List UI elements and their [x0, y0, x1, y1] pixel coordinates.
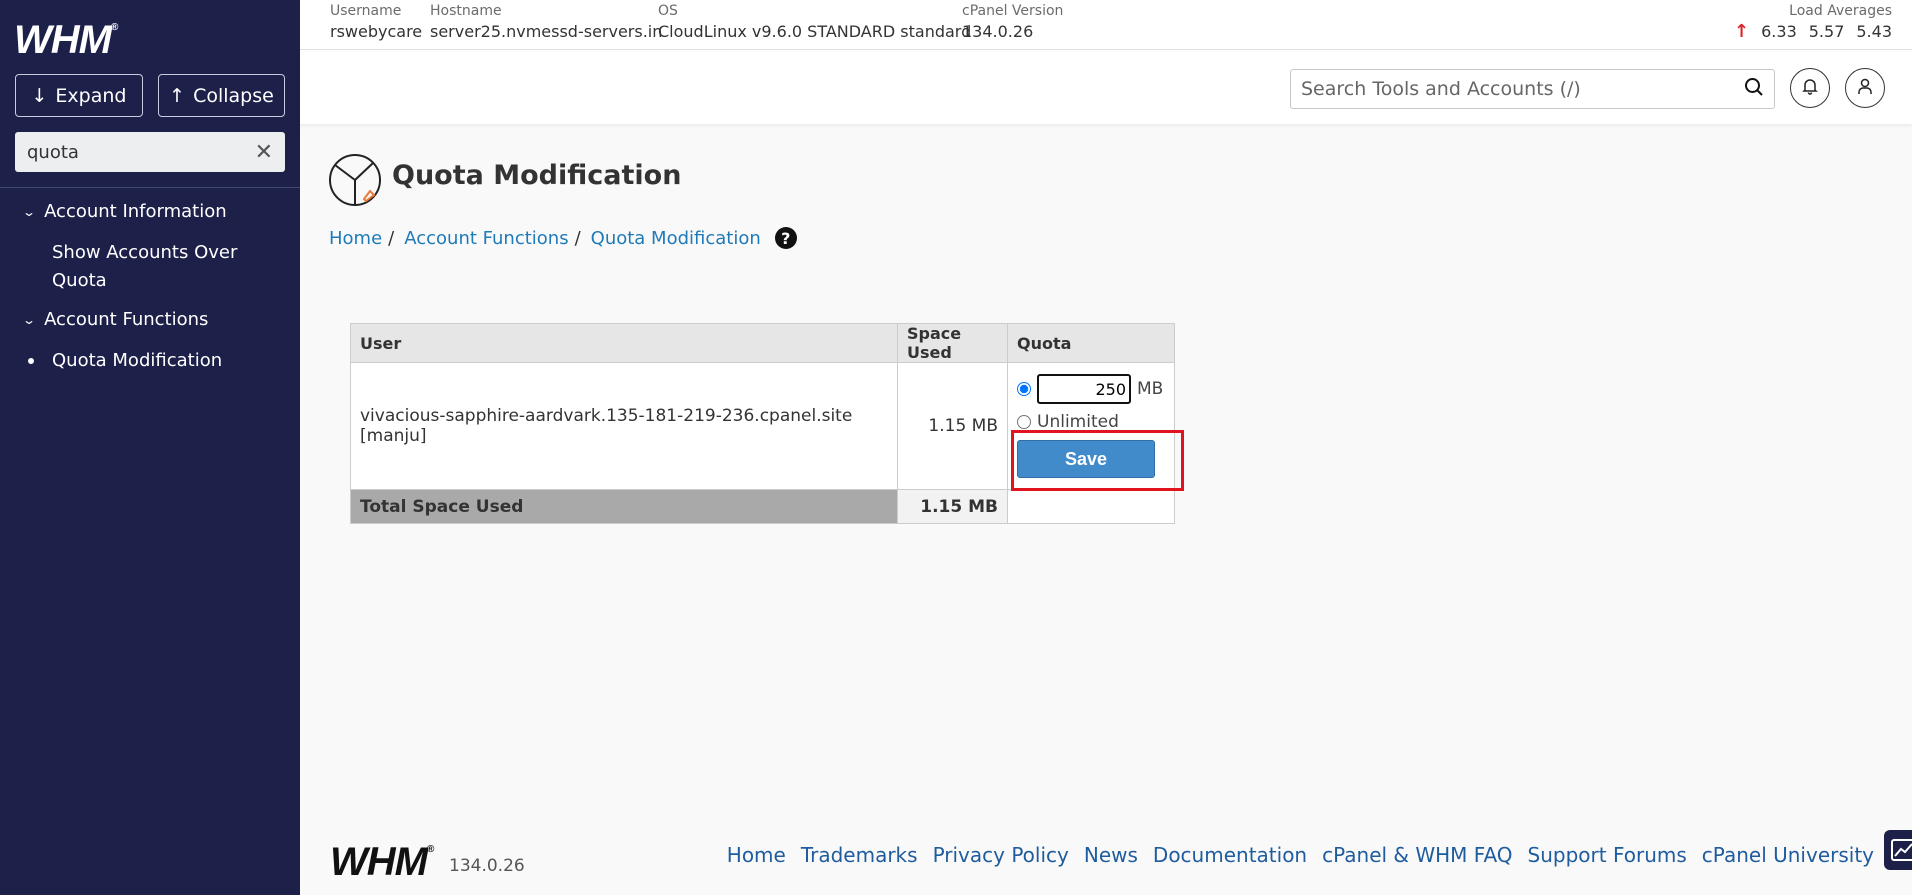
- breadcrumb-separator: /: [574, 227, 581, 249]
- footer-link-news[interactable]: News: [1084, 843, 1138, 867]
- breadcrumb-quota-modification[interactable]: Quota Modification: [591, 228, 761, 249]
- load-1: 6.33: [1761, 22, 1797, 41]
- chevron-down-icon: ⌄: [21, 312, 37, 327]
- arrow-up-icon: ↑: [169, 84, 186, 107]
- cpanel-version-label: cPanel Version: [962, 3, 1064, 19]
- unlimited-label: Unlimited: [1037, 412, 1119, 432]
- footer-link-trademarks[interactable]: Trademarks: [801, 843, 918, 867]
- load-15: 5.43: [1856, 22, 1892, 41]
- hostname-label: Hostname: [430, 3, 502, 19]
- hostname-info: Hostname server25.nvmessd-servers.in: [430, 2, 662, 44]
- save-button-highlight: [1011, 430, 1184, 491]
- quota-unlimited-radio[interactable]: [1017, 415, 1031, 429]
- cell-space-used: 1.15 MB: [897, 362, 1008, 490]
- arrow-down-icon: ↓: [31, 84, 48, 107]
- footer-link-home[interactable]: Home: [727, 843, 786, 867]
- footer-whm-logo: WHM®: [330, 840, 434, 884]
- collapse-label: Collapse: [193, 84, 274, 107]
- footer-link-privacy-policy[interactable]: Privacy Policy: [933, 843, 1069, 867]
- total-empty-cell: [1007, 489, 1175, 524]
- chevron-down-icon: ⌄: [21, 204, 37, 219]
- total-row: Total Space Used 1.15 MB: [350, 489, 1175, 524]
- load-averages: Load Averages ↑ 6.33 5.57 5.43: [1734, 2, 1892, 44]
- sidebar-search-input[interactable]: [27, 141, 255, 163]
- user-menu-button[interactable]: [1845, 68, 1885, 108]
- total-value: 1.15 MB: [897, 489, 1008, 524]
- whm-logo[interactable]: WHM®: [14, 18, 118, 63]
- breadcrumb-separator: /: [388, 227, 395, 249]
- sidebar: WHM® ↓ Expand ↑ Collapse ✕ ⌄ Account Inf…: [0, 0, 300, 895]
- tools-search: [1290, 69, 1775, 109]
- analytics-icon[interactable]: [1884, 830, 1912, 870]
- footer-link-cpanel-university[interactable]: cPanel University: [1702, 843, 1874, 867]
- footer-link-support-forums[interactable]: Support Forums: [1528, 843, 1687, 867]
- header-space-used[interactable]: Space Used: [897, 323, 1008, 363]
- quota-unit: MB: [1137, 379, 1164, 399]
- header-quota: Quota: [1007, 323, 1175, 363]
- footer-link-faq[interactable]: cPanel & WHM FAQ: [1322, 843, 1512, 867]
- footer-link-documentation[interactable]: Documentation: [1153, 843, 1307, 867]
- collapse-button[interactable]: ↑ Collapse: [158, 74, 285, 117]
- server-info-bar: Username rswebycare Hostname server25.nv…: [300, 0, 1912, 50]
- sidebar-group-account-functions[interactable]: ⌄ Account Functions: [21, 309, 209, 330]
- sidebar-item-show-accounts-over-quota[interactable]: Show Accounts Over Quota: [52, 239, 272, 295]
- user-icon: [1856, 77, 1874, 99]
- notifications-button[interactable]: [1790, 68, 1830, 108]
- clear-icon[interactable]: ✕: [255, 140, 273, 165]
- footer-version: 134.0.26: [449, 856, 525, 876]
- search-input[interactable]: [1301, 78, 1744, 100]
- sidebar-item-quota-modification[interactable]: Quota Modification: [52, 347, 222, 375]
- os-label: OS: [658, 3, 678, 19]
- quota-table: User Space Used Quota vivacious-sapphire…: [350, 323, 1175, 524]
- hostname-value: server25.nvmessd-servers.in: [430, 22, 663, 41]
- breadcrumb-account-functions[interactable]: Account Functions: [404, 228, 568, 249]
- username-label: Username: [330, 3, 402, 19]
- os-value: CloudLinux v9.6.0 STANDARD standard: [658, 22, 972, 41]
- bell-icon: [1801, 77, 1819, 99]
- expand-button[interactable]: ↓ Expand: [15, 74, 143, 117]
- search-icon[interactable]: [1744, 77, 1764, 101]
- active-bullet: [28, 358, 34, 364]
- breadcrumb: Home / Account Functions / Quota Modific…: [329, 227, 797, 249]
- quota-input[interactable]: [1037, 374, 1131, 404]
- page-title: Quota Modification: [392, 160, 682, 191]
- quota-modification-icon: [328, 153, 382, 211]
- sidebar-group-label: Account Information: [44, 201, 227, 222]
- cpanel-version-value: 134.0.26: [962, 22, 1034, 41]
- sidebar-search: ✕: [15, 132, 285, 172]
- quota-limit-radio[interactable]: [1017, 382, 1031, 396]
- load-5: 5.57: [1808, 22, 1845, 41]
- os-info: OS CloudLinux v9.6.0 STANDARD standard: [658, 2, 971, 44]
- sidebar-group-account-information[interactable]: ⌄ Account Information: [21, 201, 227, 222]
- header-user[interactable]: User: [350, 323, 898, 363]
- header: [300, 50, 1912, 124]
- footer-links: Home Trademarks Privacy Policy News Docu…: [727, 843, 1874, 867]
- breadcrumb-home[interactable]: Home: [329, 228, 382, 249]
- username-info: Username rswebycare: [330, 2, 422, 44]
- cpanel-version-info: cPanel Version 134.0.26: [962, 2, 1063, 44]
- load-averages-label: Load Averages: [1789, 3, 1892, 19]
- help-icon[interactable]: ?: [774, 227, 797, 249]
- total-label: Total Space Used: [350, 489, 898, 524]
- arrow-up-icon: ↑: [1734, 21, 1750, 42]
- sidebar-divider: [0, 187, 300, 188]
- cell-user: vivacious-sapphire-aardvark.135-181-219-…: [350, 362, 898, 490]
- sidebar-group-label: Account Functions: [44, 309, 209, 330]
- expand-label: Expand: [55, 84, 127, 107]
- username-value: rswebycare: [330, 22, 423, 41]
